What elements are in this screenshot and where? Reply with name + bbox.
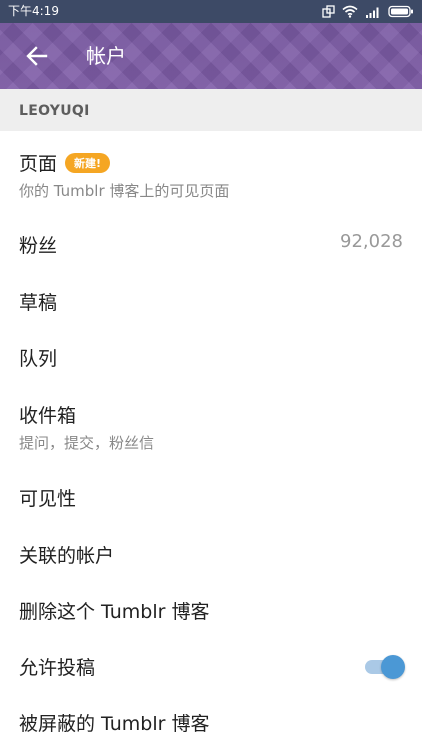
list-item-blocked-blogs[interactable]: 被屏蔽的 Tumblr 博客 bbox=[0, 709, 422, 736]
wifi-icon bbox=[342, 5, 358, 18]
status-bar: 下午4:19 bbox=[0, 0, 422, 23]
list-item-label: 允许投稿 bbox=[19, 657, 96, 679]
list-item-label: 删除这个 Tumblr 博客 bbox=[19, 601, 210, 623]
list-item-label: 页面 bbox=[19, 153, 58, 175]
list-item-label: 粉丝 bbox=[19, 235, 58, 257]
back-arrow-icon[interactable] bbox=[24, 43, 50, 69]
status-icons bbox=[322, 0, 414, 23]
new-badge: 新建! bbox=[65, 153, 111, 173]
app-bar: 帐户 bbox=[0, 23, 422, 89]
list-item-allow-submissions[interactable]: 允许投稿 bbox=[0, 653, 422, 680]
status-time: 下午4:19 bbox=[8, 4, 59, 18]
blog-name-header: LEOYUQI bbox=[0, 89, 422, 131]
list-item-label: 关联的帐户 bbox=[19, 545, 115, 567]
list-item-inbox[interactable]: 收件箱 提问，提交，粉丝信 bbox=[0, 401, 422, 453]
list-item-drafts[interactable]: 草稿 bbox=[0, 288, 422, 315]
list-item-label: 队列 bbox=[19, 348, 58, 370]
list-item-label: 收件箱 bbox=[19, 405, 77, 427]
toggle-knob bbox=[381, 655, 405, 679]
signal-icon bbox=[366, 7, 379, 18]
page-title: 帐户 bbox=[86, 44, 126, 68]
followers-count: 92,028 bbox=[340, 231, 403, 252]
battery-icon bbox=[388, 5, 413, 18]
list-item-subtitle: 提问，提交，粉丝信 bbox=[19, 434, 155, 452]
list-item-linked-accounts[interactable]: 关联的帐户 bbox=[0, 541, 422, 568]
list-item-label: 可见性 bbox=[19, 488, 77, 510]
screen-rotate-icon bbox=[322, 5, 335, 18]
list-item-label: 草稿 bbox=[19, 292, 58, 314]
list-item-label: 被屏蔽的 Tumblr 博客 bbox=[19, 713, 210, 735]
list-item-subtitle: 你的 Tumblr 博客上的可见页面 bbox=[19, 182, 230, 200]
list-item-delete-blog[interactable]: 删除这个 Tumblr 博客 bbox=[0, 597, 422, 624]
list-item-pages[interactable]: 页面 新建! 你的 Tumblr 博客上的可见页面 bbox=[0, 149, 422, 201]
list-item-queue[interactable]: 队列 bbox=[0, 344, 422, 371]
list-item-followers[interactable]: 粉丝 92,028 bbox=[0, 231, 422, 258]
list-item-visibility[interactable]: 可见性 bbox=[0, 484, 422, 511]
allow-submissions-toggle[interactable] bbox=[365, 655, 405, 679]
